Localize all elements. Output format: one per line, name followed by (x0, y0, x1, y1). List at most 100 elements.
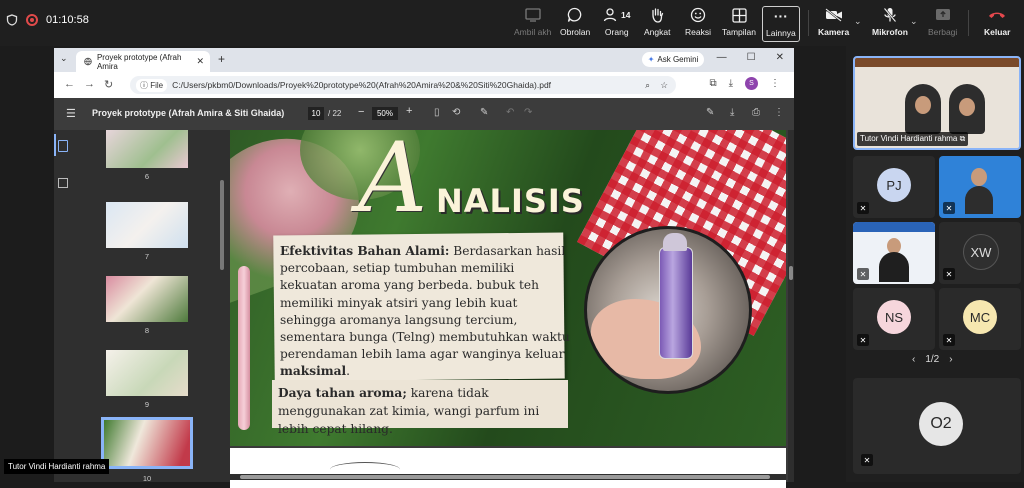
sidebar-scrollbar[interactable] (220, 180, 224, 270)
reload-icon[interactable]: ↻ (104, 78, 113, 91)
annotate-icon[interactable]: ✎ (706, 107, 714, 118)
close-window-icon[interactable]: ✕ (776, 52, 784, 63)
participant-pager: ‹ 1/2 › (912, 354, 953, 365)
thumbnail-page-selected[interactable] (101, 417, 193, 469)
chat-button[interactable]: Obrolan (560, 6, 590, 42)
scroll-thumb[interactable] (240, 475, 770, 479)
mic-off-icon: ✕ (861, 454, 873, 466)
rotate-icon[interactable]: ⟲ (452, 107, 460, 118)
outline-icon[interactable] (58, 178, 68, 188)
file-chip-label: File (150, 80, 164, 90)
extensions-icon[interactable]: ⧉ (709, 78, 716, 89)
forward-icon[interactable]: → (84, 78, 95, 90)
zoom-input[interactable]: 50% (372, 107, 398, 120)
scroll-thumb[interactable] (789, 266, 793, 280)
meeting-toolbar: 01:10:58 Ambil akh Obrolan 14 Orang Angk… (0, 0, 1024, 46)
hand-icon (650, 6, 664, 24)
effectiveness-paragraph: Efektivitas Bahan Alami: Berdasarkan has… (280, 243, 570, 381)
more-button[interactable]: ··· Lainnya (762, 6, 800, 42)
gemini-icon: ✦ (647, 55, 655, 64)
ask-gemini-button[interactable]: ✦ Ask Gemini (642, 52, 704, 67)
effectiveness-dot: . (346, 364, 351, 379)
effectiveness-lead: Efektivitas Bahan Alami: (280, 244, 450, 258)
close-tab-icon[interactable]: ✕ (196, 56, 204, 67)
address-bar[interactable]: ⓘ File C:/Users/pkbm0/Downloads/Proyek%2… (130, 76, 676, 94)
camera-options-chevron-icon[interactable]: ⌄ (854, 16, 862, 27)
participant-tile[interactable]: XW ✕ (939, 222, 1021, 284)
mic-off-icon: ✕ (943, 202, 955, 214)
next-page-chevron-icon[interactable]: › (949, 354, 952, 365)
maximize-icon[interactable]: ☐ (747, 52, 756, 63)
effectiveness-end: maksimal (280, 364, 347, 379)
raise-hand-label: Angkat (644, 27, 671, 37)
participant-figure (965, 186, 993, 214)
page-horizontal-scrollbar[interactable] (230, 474, 786, 480)
draw-icon[interactable]: ✎ (480, 107, 488, 118)
share-button[interactable]: Berbagi (928, 6, 957, 42)
camera-button[interactable]: Kamera (818, 6, 849, 42)
hamburger-menu-icon[interactable]: ☰ (66, 107, 76, 120)
participant-tile[interactable]: ✕ (939, 156, 1021, 218)
pdf-more-icon[interactable]: ⋮ (774, 107, 784, 118)
participant-tile[interactable]: NS ✕ (853, 288, 935, 350)
pdf-toolbar: ☰ Proyek prototype (Afrah Amira & Siti G… (54, 98, 794, 130)
redo-icon[interactable]: ↷ (524, 107, 532, 118)
minimize-icon[interactable]: — (717, 52, 727, 63)
participant-tile[interactable]: MC ✕ (939, 288, 1021, 350)
file-chip[interactable]: ⓘ File (136, 78, 168, 92)
download-icon[interactable]: ⤓ (729, 78, 733, 89)
pdf-download-icon[interactable]: ⤓ (730, 107, 734, 118)
page-vertical-scrollbar[interactable] (788, 130, 794, 482)
browser-actions: ⧉ ⤓ S ⋮ (709, 77, 780, 90)
zoom-in-icon[interactable]: + (406, 105, 412, 117)
leave-button[interactable]: Keluar (984, 6, 1010, 42)
participant-tile-main[interactable]: Tutor Vindi Hardianti rahma ⧉ (853, 56, 1021, 150)
back-icon[interactable]: ← (64, 78, 75, 90)
zoom-search-icon[interactable]: ⌕ (645, 80, 650, 91)
more-icon: ··· (773, 8, 788, 24)
undo-icon[interactable]: ↶ (506, 107, 514, 118)
previous-page-chevron-icon[interactable]: ‹ (912, 354, 915, 365)
bottle-cap-image (663, 233, 687, 251)
participant-tile[interactable]: O2 ✕ (853, 378, 1021, 474)
browser-tab[interactable]: Proyek prototype (Afrah Amira ✕ (76, 51, 210, 72)
video-banner (853, 222, 935, 232)
meeting-timer: 01:10:58 (46, 14, 89, 26)
reactions-button[interactable]: Reaksi (685, 6, 711, 42)
view-label: Tampilan (722, 27, 757, 37)
tab-search-chevron-icon[interactable]: ⌄ (60, 53, 68, 64)
thumbnail-page[interactable] (106, 350, 188, 396)
thumbnail-page[interactable] (106, 202, 188, 248)
slide-analisis: A NALISIS Efektivitas Bahan Alami: Berda… (230, 130, 786, 446)
page-number-input[interactable]: 10 (308, 107, 324, 120)
share-label: Berbagi (928, 27, 958, 37)
profile-avatar[interactable]: S (745, 77, 758, 90)
participant-tile[interactable]: PJ ✕ (853, 156, 935, 218)
screenshot-button[interactable]: Ambil akh (514, 6, 551, 42)
mic-off-icon (883, 6, 897, 24)
microphone-label: Mikrofon (872, 27, 908, 37)
shared-screen: ⌄ Proyek prototype (Afrah Amira ✕ + ✦ As… (54, 48, 794, 488)
meeting-status: 01:10:58 (6, 14, 89, 26)
thumbnail-page[interactable] (106, 130, 188, 168)
smile-icon (690, 6, 706, 24)
gemini-label: Ask Gemini (657, 55, 699, 64)
zoom-out-icon[interactable]: − (358, 106, 364, 118)
view-button[interactable]: Tampilan (722, 6, 756, 42)
fit-page-icon[interactable]: ▯ (434, 107, 440, 118)
thumbnail-number: 9 (144, 400, 150, 409)
raise-hand-button[interactable]: Angkat (644, 6, 670, 42)
bookmark-star-icon[interactable]: ☆ (660, 80, 668, 91)
microphone-button[interactable]: Mikrofon (872, 6, 908, 42)
thumbnail-page[interactable] (106, 276, 188, 322)
new-tab-icon[interactable]: + (218, 52, 225, 66)
participant-tile[interactable]: ✕ (853, 222, 935, 284)
durability-lead: Daya tahan aroma; (278, 386, 407, 400)
mic-options-chevron-icon[interactable]: ⌄ (910, 16, 918, 27)
thumbnail-number: 7 (144, 252, 150, 261)
people-button[interactable]: 14 Orang (603, 6, 630, 42)
thumbnails-icon[interactable] (58, 140, 68, 152)
browser-menu-icon[interactable]: ⋮ (770, 78, 780, 89)
active-indicator (54, 134, 56, 156)
print-icon[interactable]: ⎙ (752, 107, 760, 118)
